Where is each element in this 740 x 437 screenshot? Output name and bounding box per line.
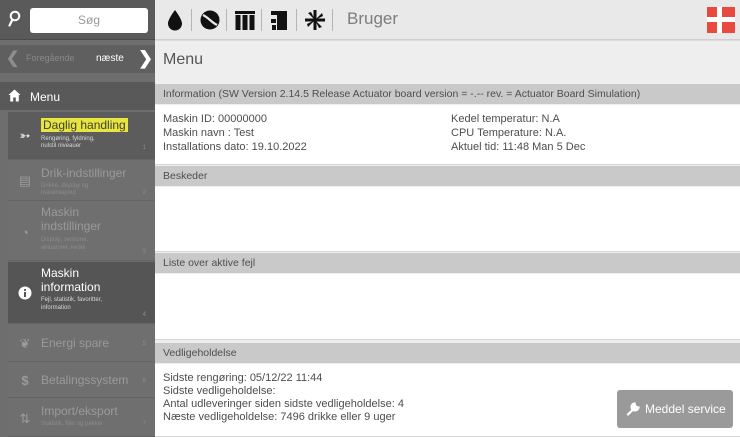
menu-label: Menu xyxy=(30,90,61,104)
page-title: Menu xyxy=(163,51,204,68)
maintenance-header-text: Vedligeholdelse xyxy=(163,347,237,359)
sidebar-item-subtitle: information xyxy=(41,305,71,311)
info-section-header: Information (SW Version 2.14.5 Release A… xyxy=(155,84,740,104)
sidebar-item-subtitle: nulstil niveauer xyxy=(41,143,82,149)
gauge-icon: ◔ xyxy=(21,225,29,240)
search-icon[interactable] xyxy=(8,10,22,28)
transfer-icon: ⇅ xyxy=(19,411,31,426)
sidebar-item-label: indstillinger xyxy=(41,219,102,233)
next-maintenance-text: Næste vedligeholdelse: 7496 drikke eller… xyxy=(163,411,396,423)
sidebar-item-label: Drik-indstillinger xyxy=(41,166,127,180)
previous-link[interactable]: Foregående xyxy=(26,53,75,63)
sidebar-menu-header[interactable]: Menu xyxy=(0,82,155,110)
sidebar-item-label: Maskin xyxy=(41,266,80,280)
info-icon xyxy=(18,286,32,300)
sidebar-item-subtitle: Display, sensorer, xyxy=(41,237,89,243)
danish-flag-icon[interactable] xyxy=(707,7,735,33)
dispenses-since-text: Antal udleveringer siden sidste vedligeh… xyxy=(163,398,404,410)
sidebar-item-label: Daglig handling xyxy=(41,118,128,132)
drink-icon: ▤ xyxy=(18,173,32,188)
drop-icon[interactable] xyxy=(164,9,186,31)
sidebar-item-daily[interactable]: ➳ Daglig handling Rengøring, fyldning, n… xyxy=(8,112,155,160)
sidebar-item-number: 5 xyxy=(142,341,146,347)
sidebar-item-subtitle: aktuatorer, kedel xyxy=(41,245,86,251)
messages-section-header: Beskeder xyxy=(155,166,740,186)
sidebar-item-number: 3 xyxy=(142,249,146,255)
main-content: Menu Information (SW Version 2.14.5 Rele… xyxy=(155,41,740,437)
messages-header-text: Beskeder xyxy=(163,170,208,182)
chevron-left-icon[interactable]: ❮ xyxy=(6,51,19,67)
errors-section-header: Liste over aktive fejl xyxy=(155,253,740,273)
sidebar-item-number: 7 xyxy=(142,421,146,427)
last-cleaning-text: Sidste rengøring: 05/12/22 11:44 xyxy=(163,372,323,384)
messages-panel xyxy=(155,187,740,252)
sidebar-item-payment[interactable]: $ Betalingssystem 6 xyxy=(8,363,155,398)
bean-icon[interactable] xyxy=(199,9,221,31)
sidebar-item-subtitle: Statistik, filer og pakker xyxy=(41,421,104,427)
sidebar-item-label: Maskin xyxy=(41,205,80,219)
info-header-text: Information (SW Version 2.14.5 Release A… xyxy=(163,88,641,100)
notify-service-label: Meddel service xyxy=(645,402,726,416)
sidebar-item-number: 2 xyxy=(142,190,146,196)
next-link[interactable]: næste xyxy=(96,53,124,64)
sidebar-item-machine-settings[interactable]: ◔ Maskin indstillinger Display, sensorer… xyxy=(8,202,155,261)
sidebar-item-label: Energi spare xyxy=(41,336,110,350)
errors-panel xyxy=(155,274,740,340)
dollar-icon: $ xyxy=(21,373,29,388)
sidebar-item-label: Import/eksport xyxy=(41,404,118,418)
leaf-icon: ❦ xyxy=(19,336,31,351)
sidebar-item-subtitle: Drikke, display og xyxy=(41,183,89,189)
sidebar-item-subtitle: Rengøring, fyldning, xyxy=(41,136,95,142)
sidebar-item-energy[interactable]: ❦ Energi spare 5 xyxy=(8,325,155,362)
machine-name-text: Maskin navn : Test xyxy=(163,127,254,139)
install-date-text: Installations dato: 19.10.2022 xyxy=(163,141,307,153)
current-time-text: Aktuel tid: 11:48 Man 5 Dec xyxy=(451,141,586,153)
sidebar-item-machine-info[interactable]: Maskin information Fejl, statistik, favo… xyxy=(8,262,155,324)
top-toolbar: Bruger xyxy=(155,0,740,40)
pager-nav: ❮ Foregående næste ❯ xyxy=(0,45,155,73)
machine-id-text: Maskin ID: 00000000 xyxy=(163,113,267,125)
sidebar-item-label: Betalingssystem xyxy=(41,373,129,387)
machine-icon[interactable] xyxy=(269,9,291,31)
cpu-temp-text: CPU Temperature: N.A. xyxy=(451,127,567,139)
last-maintenance-text: Sidste vedligeholdelse: xyxy=(163,385,276,397)
boiler-temp-text: Kedel temperatur: N.A xyxy=(451,113,560,125)
sidebar-item-subtitle: Fejl, statistik, favoritter, xyxy=(41,297,103,303)
container-icon[interactable] xyxy=(234,9,256,31)
sidebar-item-number: 1 xyxy=(142,145,146,151)
search-input[interactable]: Søg xyxy=(30,8,148,33)
sidebar-item-number: 4 xyxy=(142,312,146,318)
sidebar: Søg ❮ Foregående næste ❯ Menu ➳ Daglig h… xyxy=(0,0,155,437)
sidebar-item-import-export[interactable]: ⇅ Import/eksport Statistik, filer og pak… xyxy=(8,399,155,437)
sidebar-item-subtitle: maskinlayout xyxy=(41,190,77,196)
info-panel: Maskin ID: 00000000 Maskin navn : Test I… xyxy=(155,105,740,165)
wrench-icon xyxy=(626,402,640,416)
sidebar-item-label: information xyxy=(41,280,101,294)
search-bar: Søg xyxy=(0,0,155,40)
home-icon xyxy=(8,89,21,102)
app-window: Søg ❮ Foregående næste ❯ Menu ➳ Daglig h… xyxy=(0,0,740,437)
maintenance-section-header: Vedligeholdelse xyxy=(155,343,740,363)
sidebar-item-number: 6 xyxy=(142,378,146,384)
fan-icon[interactable] xyxy=(304,9,326,31)
daily-icon: ➳ xyxy=(19,128,31,143)
notify-service-button[interactable]: Meddel service xyxy=(617,390,733,428)
chevron-right-icon[interactable]: ❯ xyxy=(138,49,153,67)
user-label[interactable]: Bruger xyxy=(347,9,398,29)
errors-header-text: Liste over aktive fejl xyxy=(163,257,256,269)
sidebar-item-drinks[interactable]: ▤ Drik-indstillinger Drikke, display og … xyxy=(8,161,155,201)
